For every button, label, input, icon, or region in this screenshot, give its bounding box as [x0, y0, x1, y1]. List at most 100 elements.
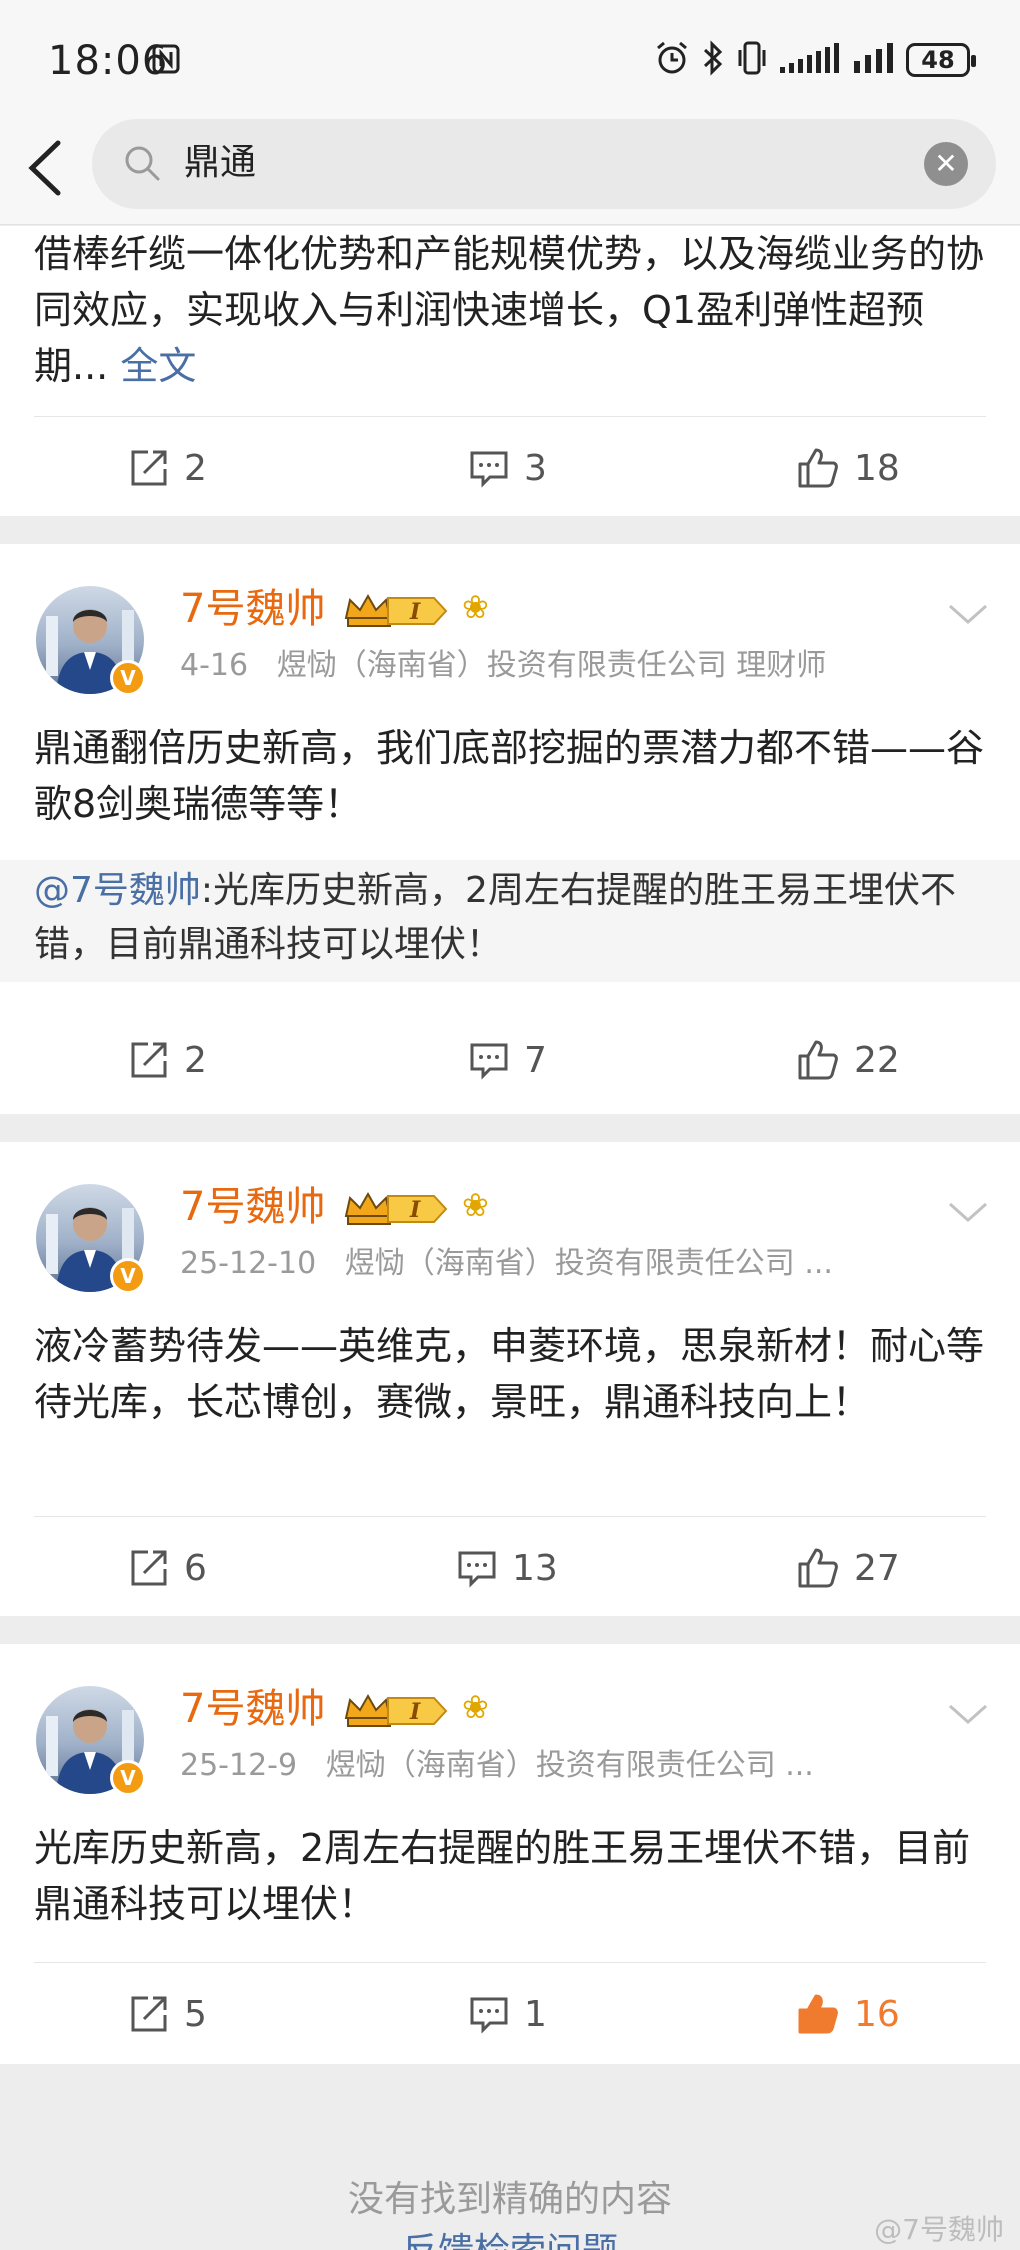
comment-count: 3: [524, 447, 547, 489]
status-icons: 48: [654, 38, 976, 82]
comment-button[interactable]: 7: [468, 1010, 547, 1110]
flower-icon: ❀: [462, 588, 489, 626]
like-count: 16: [854, 1993, 900, 2035]
post-meta: 4-16 煜恸（海南省）投资有限责任公司 理财师: [180, 646, 900, 686]
verified-badge: V: [110, 1258, 146, 1294]
comment-icon: [470, 451, 508, 488]
thumbs-up-icon: [798, 448, 838, 488]
screen: 18:06 48 鼎通 ✕ 借棒纤缆一体化优势和产能规模优势，以及海缆业务的协同…: [0, 0, 1020, 2250]
status-time: 18:06: [48, 38, 169, 84]
post-text: 液冷蓄势待发——英维克，申菱环境，思泉新材！耐心等待光库，长芯博创，赛微，景旺，…: [34, 1324, 985, 1424]
repost-count: 5: [184, 1993, 207, 2035]
post-text: 鼎通翻倍历史新高，我们底部挖掘的票潜力都不错——谷歌8剑奥瑞德等等！: [34, 726, 985, 826]
repost-button[interactable]: 2: [128, 1010, 207, 1110]
divider: [34, 1516, 986, 1517]
flower-icon: ❀: [462, 1186, 489, 1224]
post-text: 光库历史新高，2周左右提醒的胜王易王埋伏不错，目前鼎通科技可以埋伏！: [34, 1826, 971, 1926]
comment-icon: [470, 1043, 508, 1080]
divider: [34, 416, 986, 417]
thumbs-up-icon: [798, 1040, 838, 1080]
comment-count: 7: [524, 1039, 547, 1081]
bluetooth-icon: [702, 40, 724, 80]
action-bar: 6 13 27: [0, 1518, 1020, 1618]
thumbs-up-icon: [798, 1548, 838, 1588]
crown-icon: I: [342, 588, 452, 634]
comment-button[interactable]: 3: [468, 418, 547, 518]
mention-link[interactable]: @7号魏帅: [34, 870, 201, 911]
comment-icon: [458, 1551, 496, 1588]
like-count: 18: [854, 447, 900, 489]
search-input[interactable]: 鼎通 ✕: [92, 119, 996, 209]
post-card: V 7号魏帅 I ❀ 4-16 煜恸（海南省）投资有限责任公司 理财师 鼎通翻倍…: [0, 544, 1020, 1114]
clear-search-button[interactable]: ✕: [924, 142, 968, 186]
comment-count: 13: [512, 1547, 558, 1589]
svg-text:I: I: [409, 1197, 421, 1223]
quoted-post[interactable]: @7号魏帅:光库历史新高，2周左右提醒的胜王易王埋伏不错，目前鼎通科技可以埋伏！: [0, 860, 1020, 982]
post-date: 4-16: [180, 648, 249, 683]
watermark: @7号魏帅: [874, 2213, 1004, 2246]
comment-icon: [470, 1997, 508, 2034]
post-card: V 7号魏帅 I ❀ 25-12-10 煜恸（海南省）投资有限责任公司 ... …: [0, 1142, 1020, 1616]
username[interactable]: 7号魏帅: [180, 1684, 325, 1734]
post-date: 25-12-10: [180, 1246, 317, 1281]
repost-count: 2: [184, 1039, 207, 1081]
username[interactable]: 7号魏帅: [180, 584, 325, 634]
thumbs-up-icon: [798, 1994, 838, 2034]
post-meta: 25-12-10 煜恸（海南省）投资有限责任公司 ...: [180, 1244, 900, 1284]
repost-button[interactable]: 6: [128, 1518, 207, 1618]
status-bar: 18:06 48: [0, 0, 1020, 115]
like-button[interactable]: 22: [796, 1010, 900, 1110]
repost-icon: [131, 1042, 167, 1078]
divider: [34, 1962, 986, 1963]
like-button[interactable]: 18: [796, 418, 900, 518]
comment-count: 1: [524, 1993, 547, 2035]
battery-indicator: 48: [906, 43, 976, 77]
repost-button[interactable]: 2: [128, 418, 207, 518]
comment-button[interactable]: 13: [456, 1518, 558, 1618]
flower-icon: ❀: [462, 1688, 489, 1726]
comment-button[interactable]: 1: [468, 1964, 547, 2064]
svg-text:I: I: [409, 599, 421, 625]
signal-icon: [854, 43, 894, 77]
back-button[interactable]: [22, 133, 72, 203]
post-date: 25-12-9: [180, 1748, 298, 1783]
post-source: 煜恸（海南省）投资有限责任公司 ...: [325, 1748, 814, 1783]
crown-icon: I: [342, 1186, 452, 1232]
action-bar: 2 3 18: [0, 418, 1020, 518]
post-card: 借棒纤缆一体化优势和产能规模优势，以及海缆业务的协同效应，实现收入与利润快速增长…: [0, 226, 1020, 516]
signal-icon: [780, 43, 842, 77]
svg-text:I: I: [409, 1699, 421, 1725]
verified-badge: V: [110, 660, 146, 696]
repost-icon: [131, 450, 167, 486]
post-text: 借棒纤缆一体化优势和产能规模优势，以及海缆业务的协同效应，实现收入与利润快速增长…: [34, 232, 985, 388]
repost-button[interactable]: 5: [128, 1964, 207, 2064]
alarm-icon: [654, 40, 690, 80]
post-source: 煜恸（海南省）投资有限责任公司 理财师: [276, 648, 827, 683]
action-bar: 5 1 16: [0, 1964, 1020, 2064]
chevron-down-icon[interactable]: [946, 1196, 990, 1226]
verified-badge: V: [110, 1760, 146, 1796]
crown-icon: I: [342, 1688, 452, 1734]
like-count: 27: [854, 1547, 900, 1589]
nfc-icon: [152, 44, 180, 78]
close-icon: ✕: [934, 147, 958, 180]
like-count: 22: [854, 1039, 900, 1081]
post-card: V 7号魏帅 I ❀ 25-12-9 煜恸（海南省）投资有限责任公司 ... 光…: [0, 1644, 1020, 2064]
search-header: 鼎通 ✕: [0, 115, 1020, 225]
like-button[interactable]: 16: [796, 1964, 900, 2064]
read-more-link[interactable]: 全文: [120, 344, 196, 388]
feedback-link[interactable]: 反馈检索问题: [0, 2222, 1020, 2250]
search-query[interactable]: 鼎通: [184, 139, 256, 187]
username[interactable]: 7号魏帅: [180, 1182, 325, 1232]
chevron-down-icon[interactable]: [946, 598, 990, 628]
repost-icon: [131, 1550, 167, 1586]
post-source: 煜恸（海南省）投资有限责任公司 ...: [344, 1246, 833, 1281]
no-results-note: 没有找到精确的内容: [347, 2179, 672, 2220]
post-meta: 25-12-9 煜恸（海南省）投资有限责任公司 ...: [180, 1746, 900, 1786]
chevron-down-icon[interactable]: [946, 1698, 990, 1728]
action-bar: 2 7 22: [0, 1010, 1020, 1110]
like-button[interactable]: 27: [796, 1518, 900, 1618]
repost-count: 6: [184, 1547, 207, 1589]
search-icon: [122, 143, 162, 183]
vibrate-icon: [736, 40, 768, 80]
